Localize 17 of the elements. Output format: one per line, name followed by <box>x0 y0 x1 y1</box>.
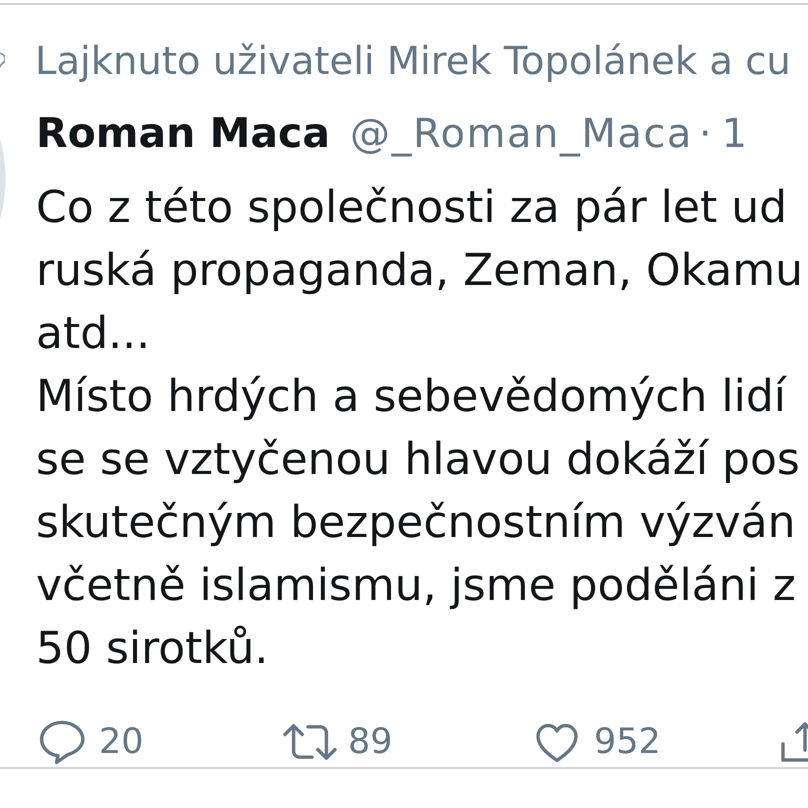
reply-button[interactable]: 20 <box>37 718 144 766</box>
tweet-text-line: 50 sirotků. <box>36 622 270 676</box>
author-name[interactable]: Roman Maca <box>36 111 330 155</box>
speech-bubble-icon <box>37 718 87 766</box>
tweet-text-line: se se vztyčenou hlavou dokáží pos <box>36 433 801 487</box>
tweet-text-line: atd... <box>36 307 152 361</box>
timestamp: 1 <box>722 112 748 156</box>
author-handle: @_Roman_Maca <box>350 112 693 156</box>
tweet-text-line: Místo hrdých a sebevědomých lidí <box>36 370 788 424</box>
tweet-text-line: včetně islamismu, jsme poděláni z <box>36 559 797 613</box>
separator: · <box>698 112 712 156</box>
tweet-text-line: Co z této společnosti za pár let ud <box>36 181 788 235</box>
tweet-text-line: skutečným bezpečnostním výzván <box>36 496 797 550</box>
tweet-text-line: ruská propaganda, Zeman, Okamu <box>36 244 804 298</box>
liked-by-text: Lajknuto uživateli Mirek Topolánek a cu <box>35 42 791 82</box>
like-button[interactable]: 952 <box>532 718 661 766</box>
retweet-button[interactable]: 89 <box>280 718 393 766</box>
